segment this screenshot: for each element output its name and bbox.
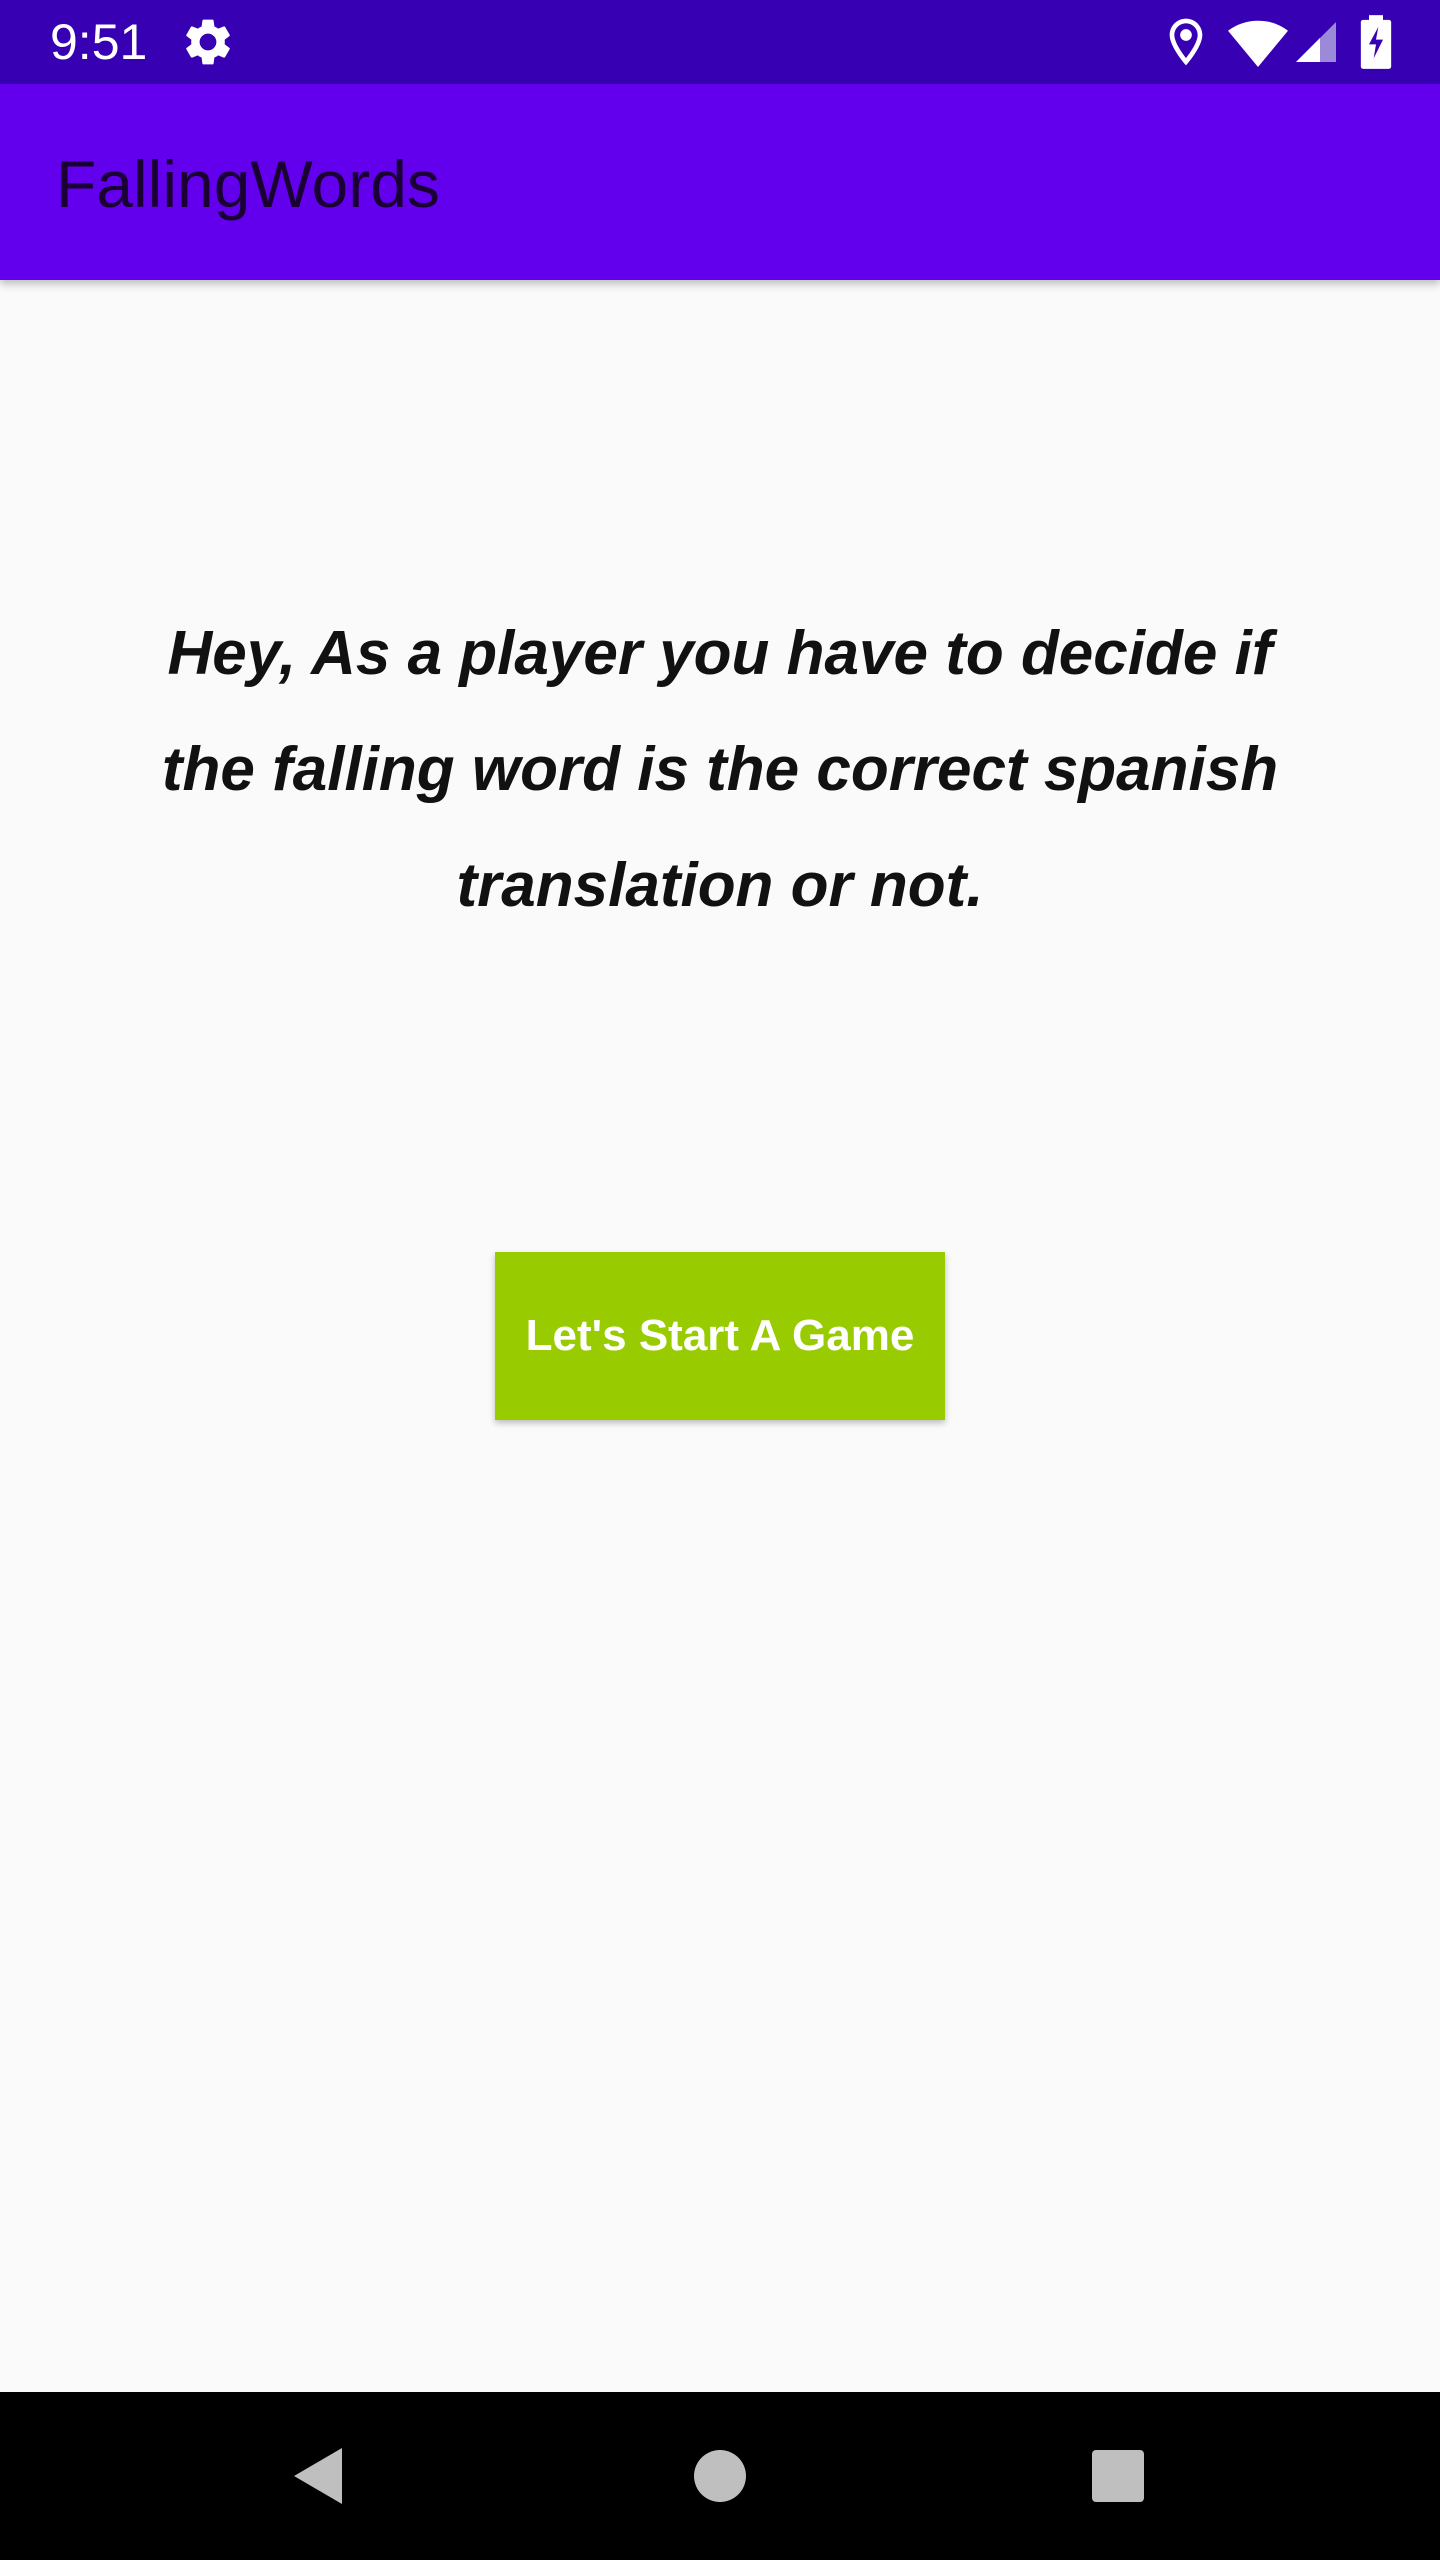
- app-title: FallingWords: [56, 147, 440, 221]
- navigation-bar: [0, 2392, 1440, 2560]
- status-time: 9:51: [50, 14, 148, 70]
- recents-icon[interactable]: [1078, 2436, 1158, 2516]
- home-icon[interactable]: [680, 2436, 760, 2516]
- signal-icon: [1292, 14, 1348, 70]
- instructions-text: Hey, As a player you have to decide if t…: [161, 619, 1279, 920]
- start-game-button[interactable]: Let's Start A Game: [495, 1252, 945, 1420]
- battery-icon: [1358, 14, 1414, 70]
- app-bar: FallingWords: [0, 84, 1440, 280]
- status-bar: 9:51: [0, 0, 1440, 84]
- gear-icon: [180, 14, 236, 70]
- back-icon[interactable]: [280, 2436, 360, 2516]
- wifi-icon: [1228, 14, 1288, 70]
- location-icon: [1158, 14, 1214, 70]
- app-screen: 9:51 FallingWords Hey, As a player you h…: [0, 0, 1440, 2560]
